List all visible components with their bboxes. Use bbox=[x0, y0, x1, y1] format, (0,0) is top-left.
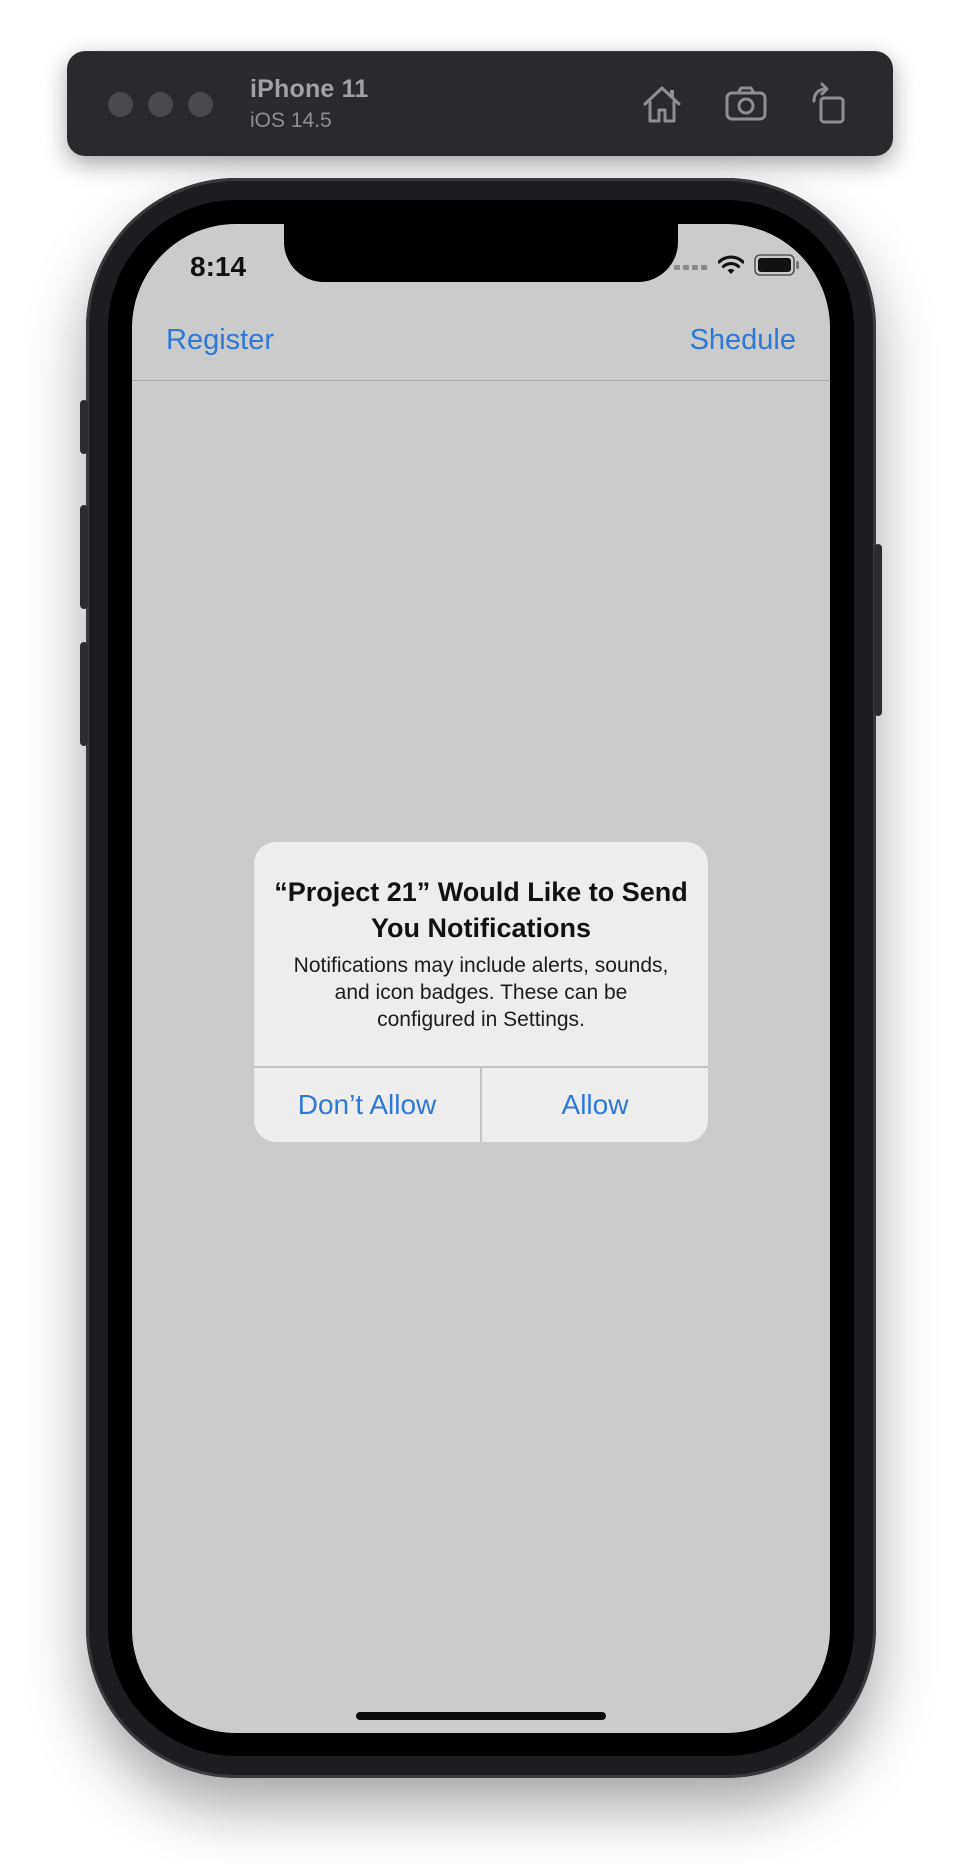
dont-allow-button[interactable]: Don’t Allow bbox=[254, 1067, 480, 1142]
simulator-toolbar: iPhone 11 iOS 14.5 bbox=[67, 51, 893, 156]
phone-screen: 8:14 Register Shedule “Project 21” Would… bbox=[132, 224, 830, 1733]
screenshot-camera-icon[interactable] bbox=[721, 79, 771, 129]
wifi-icon bbox=[718, 255, 744, 275]
window-zoom-button[interactable] bbox=[188, 92, 213, 117]
navigation-bar: Register Shedule bbox=[132, 304, 830, 381]
status-time: 8:14 bbox=[190, 251, 247, 282]
home-indicator[interactable] bbox=[356, 1712, 606, 1720]
cellular-signal-icon bbox=[674, 260, 708, 270]
notification-permission-alert: “Project 21” Would Like to Send You Noti… bbox=[254, 842, 708, 1142]
rotate-icon[interactable] bbox=[804, 79, 854, 129]
device-name: iPhone 11 bbox=[250, 75, 369, 103]
power-button bbox=[874, 544, 882, 716]
status-icons bbox=[674, 254, 800, 276]
alert-title: “Project 21” Would Like to Send You Noti… bbox=[274, 877, 688, 943]
silent-switch bbox=[80, 400, 88, 454]
battery-icon bbox=[754, 254, 800, 276]
simulator-window: iPhone 11 iOS 14.5 8:14 Register Shedule… bbox=[0, 0, 960, 1864]
allow-button[interactable]: Allow bbox=[482, 1067, 708, 1142]
alert-message: Notifications may include alerts, sounds… bbox=[293, 954, 669, 1031]
volume-up-button bbox=[80, 505, 88, 609]
schedule-button[interactable]: Shedule bbox=[690, 324, 796, 357]
register-button[interactable]: Register bbox=[166, 324, 274, 357]
window-close-button[interactable] bbox=[108, 92, 133, 117]
device-os-version: iOS 14.5 bbox=[250, 109, 332, 132]
volume-down-button bbox=[80, 642, 88, 746]
window-minimize-button[interactable] bbox=[148, 92, 173, 117]
home-icon[interactable] bbox=[637, 79, 687, 129]
notch bbox=[284, 224, 678, 282]
